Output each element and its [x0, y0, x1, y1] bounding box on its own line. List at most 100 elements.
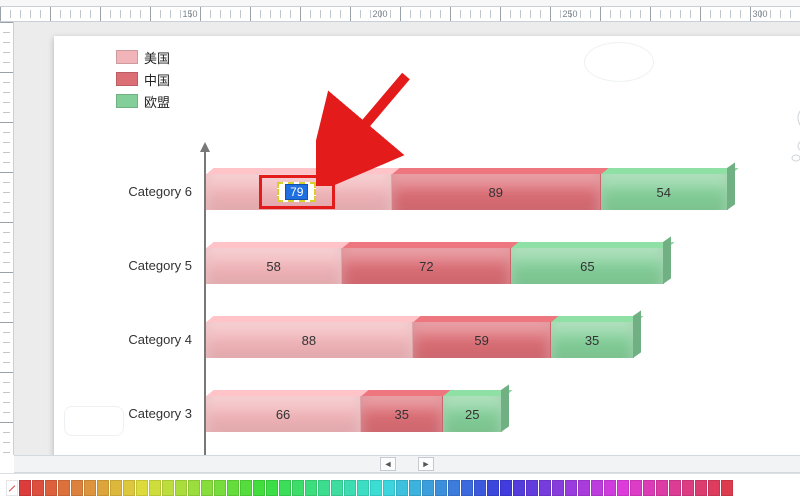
drawing-page[interactable]: 美国中国欧盟 Ed to 8954587265885935663525 [54, 36, 800, 455]
palette-color[interactable] [149, 480, 161, 496]
palette-color[interactable] [370, 480, 382, 496]
palette-nocolor[interactable] [6, 480, 18, 496]
category-label: Category 3 [128, 406, 204, 421]
stacked-bar-chart[interactable]: 8954587265885935663525 79 Category 6Cate… [204, 156, 800, 455]
color-palette[interactable] [0, 473, 800, 501]
palette-color[interactable] [552, 480, 564, 496]
bar-value-label: 58 [266, 259, 280, 274]
palette-color[interactable] [58, 480, 70, 496]
palette-color[interactable] [266, 480, 278, 496]
bar-segment[interactable]: 25 [443, 396, 502, 432]
bar-value-label: 72 [419, 259, 433, 274]
palette-color[interactable] [188, 480, 200, 496]
palette-color[interactable] [240, 480, 252, 496]
bar-row[interactable]: 88 59 35 [206, 322, 634, 358]
legend-swatch [116, 50, 138, 64]
palette-color[interactable] [123, 480, 135, 496]
palette-color[interactable] [227, 480, 239, 496]
palette-color[interactable] [643, 480, 655, 496]
palette-color[interactable] [331, 480, 343, 496]
legend-item: 欧盟 [116, 90, 170, 112]
palette-color[interactable] [656, 480, 668, 496]
palette-color[interactable] [97, 480, 109, 496]
legend-label: 中国 [144, 70, 170, 89]
palette-color[interactable] [487, 480, 499, 496]
palette-color[interactable] [162, 480, 174, 496]
bar-segment[interactable]: 89 [392, 174, 601, 210]
bar-value-label: 59 [474, 333, 488, 348]
legend-swatch [116, 94, 138, 108]
palette-color[interactable] [305, 480, 317, 496]
palette-color[interactable] [539, 480, 551, 496]
palette-color[interactable] [578, 480, 590, 496]
palette-color[interactable] [435, 480, 447, 496]
legend: 美国中国欧盟 [116, 46, 170, 112]
palette-color[interactable] [110, 480, 122, 496]
vertical-ruler [0, 22, 14, 455]
palette-color[interactable] [422, 480, 434, 496]
scroll-right-button[interactable]: ► [418, 457, 434, 471]
palette-color[interactable] [565, 480, 577, 496]
value-edit-value[interactable]: 79 [285, 184, 308, 200]
palette-color[interactable] [669, 480, 681, 496]
palette-color[interactable] [84, 480, 96, 496]
bar-segment[interactable]: 72 [342, 248, 511, 284]
palette-color[interactable] [409, 480, 421, 496]
palette-color[interactable] [526, 480, 538, 496]
scroll-left-button[interactable]: ◄ [380, 457, 396, 471]
palette-color[interactable] [513, 480, 525, 496]
palette-color[interactable] [383, 480, 395, 496]
category-label: Category 5 [128, 258, 204, 273]
canvas-area[interactable]: 美国中国欧盟 Ed to 8954587265885935663525 [14, 22, 800, 455]
palette-color[interactable] [136, 480, 148, 496]
palette-color[interactable] [630, 480, 642, 496]
palette-color[interactable] [474, 480, 486, 496]
bar-segment[interactable]: 35 [551, 322, 633, 358]
bar-segment[interactable]: 58 [206, 248, 342, 284]
bar-value-label: 66 [276, 407, 290, 422]
palette-color[interactable] [682, 480, 694, 496]
palette-color[interactable] [32, 480, 44, 496]
palette-color[interactable] [45, 480, 57, 496]
palette-color[interactable] [175, 480, 187, 496]
bar-segment[interactable]: 66 [206, 396, 361, 432]
palette-color[interactable] [695, 480, 707, 496]
palette-color[interactable] [279, 480, 291, 496]
bar-value-label: 35 [585, 333, 599, 348]
palette-color[interactable] [708, 480, 720, 496]
legend-item: 美国 [116, 46, 170, 68]
bar-row[interactable]: 66 35 25 [206, 396, 502, 432]
palette-color[interactable] [318, 480, 330, 496]
bar-row[interactable]: 58 72 65 [206, 248, 664, 284]
legend-item: 中国 [116, 68, 170, 90]
category-label: Category 6 [128, 184, 204, 199]
horizontal-scrollbar[interactable]: ◄ ► [14, 455, 800, 473]
value-edit-highlight[interactable]: 79 [259, 175, 335, 209]
palette-color[interactable] [292, 480, 304, 496]
faint-shape [64, 406, 124, 436]
palette-color[interactable] [461, 480, 473, 496]
legend-label: 欧盟 [144, 92, 170, 111]
palette-color[interactable] [721, 480, 733, 496]
value-edit-field[interactable]: 79 [277, 182, 316, 202]
horizontal-ruler: 150200250300 [0, 6, 800, 22]
palette-color[interactable] [591, 480, 603, 496]
bar-segment[interactable]: 54 [601, 174, 728, 210]
palette-color[interactable] [71, 480, 83, 496]
palette-color[interactable] [357, 480, 369, 496]
bar-segment[interactable]: 88 [206, 322, 413, 358]
palette-color[interactable] [604, 480, 616, 496]
palette-color[interactable] [253, 480, 265, 496]
bar-segment[interactable]: 35 [361, 396, 443, 432]
palette-color[interactable] [396, 480, 408, 496]
bar-value-label: 25 [465, 407, 479, 422]
palette-color[interactable] [19, 480, 31, 496]
palette-color[interactable] [448, 480, 460, 496]
palette-color[interactable] [214, 480, 226, 496]
bar-segment[interactable]: 65 [511, 248, 664, 284]
palette-color[interactable] [201, 480, 213, 496]
bar-segment[interactable]: 59 [413, 322, 552, 358]
palette-color[interactable] [500, 480, 512, 496]
palette-color[interactable] [344, 480, 356, 496]
palette-color[interactable] [617, 480, 629, 496]
